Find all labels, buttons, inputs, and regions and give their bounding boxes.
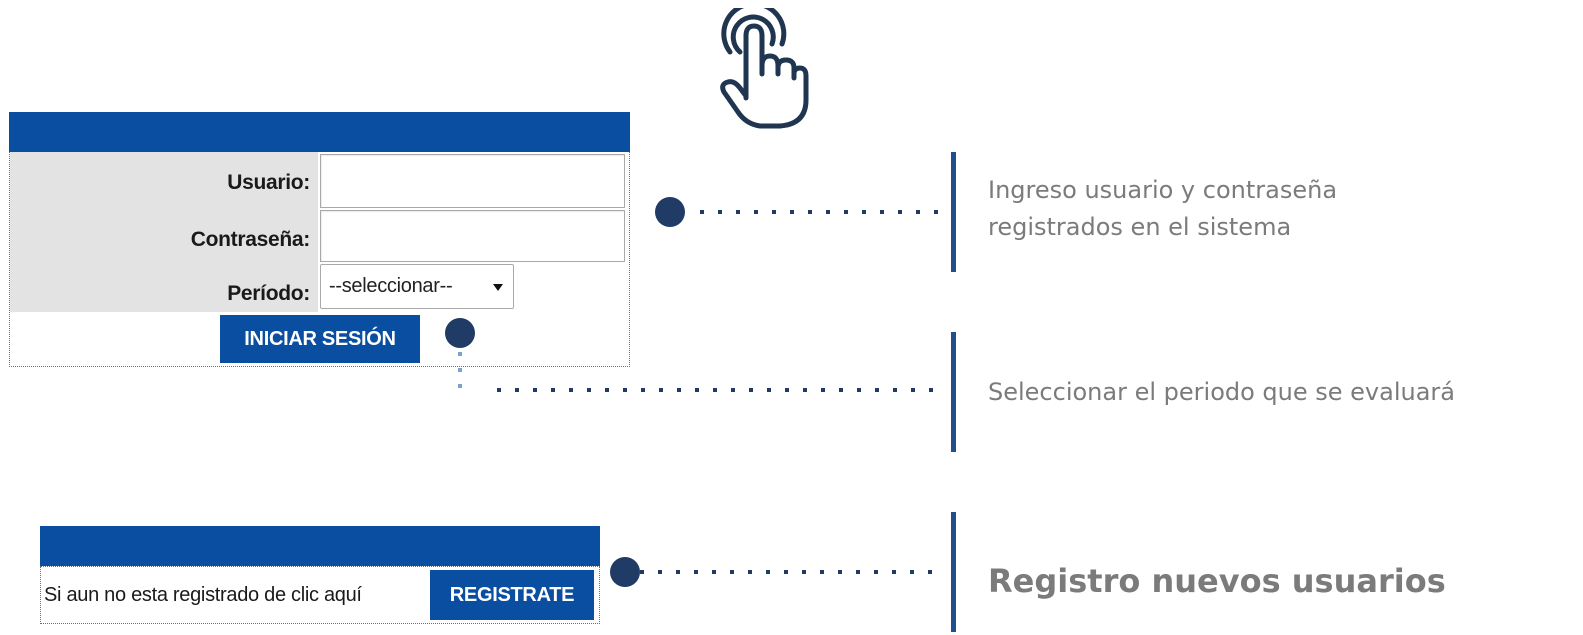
register-divider	[951, 512, 956, 632]
credentials-note-line2: registrados en el sistema	[988, 213, 1292, 241]
annotation-connectors	[458, 210, 945, 574]
period-note: Seleccionar el periodo que se evaluará	[988, 378, 1455, 406]
credentials-marker-dot	[655, 197, 685, 227]
credentials-divider	[951, 152, 956, 272]
credentials-note: Ingreso usuario y contraseña registrados…	[988, 172, 1337, 246]
register-note: Registro nuevos usuarios	[988, 562, 1446, 600]
credentials-note-line1: Ingreso usuario y contraseña	[988, 176, 1338, 204]
register-marker-dot	[610, 557, 640, 587]
period-divider	[951, 332, 956, 452]
period-marker-dot	[445, 318, 475, 348]
